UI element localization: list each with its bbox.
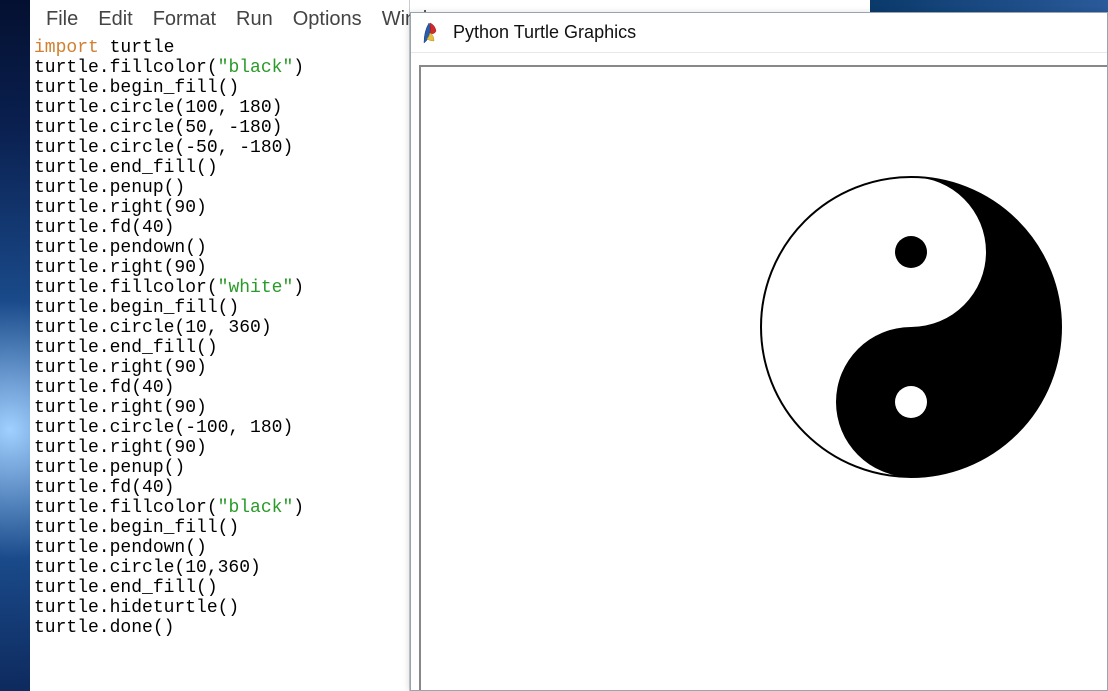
menu-bar: File Edit Format Run Options Window [30, 0, 409, 38]
turtle-canvas-frame [419, 65, 1107, 690]
desktop-top-strip [870, 0, 1108, 12]
menu-file[interactable]: File [36, 6, 88, 33]
turtle-window-title: Python Turtle Graphics [453, 22, 636, 43]
turtle-graphics-window: Python Turtle Graphics [410, 12, 1108, 691]
menu-edit[interactable]: Edit [88, 6, 142, 33]
menu-run[interactable]: Run [226, 6, 283, 33]
turtle-titlebar[interactable]: Python Turtle Graphics [411, 13, 1107, 53]
menu-format[interactable]: Format [143, 6, 226, 33]
menu-options[interactable]: Options [283, 6, 372, 33]
desktop-background-strip [0, 0, 30, 691]
idle-editor-window: File Edit Format Run Options Window impo… [30, 0, 410, 691]
tk-feather-icon [421, 21, 439, 45]
yinyang-drawing [751, 167, 1071, 487]
code-editor[interactable]: import turtle turtle.fillcolor("black") … [30, 38, 409, 638]
turtle-canvas [421, 67, 1107, 690]
